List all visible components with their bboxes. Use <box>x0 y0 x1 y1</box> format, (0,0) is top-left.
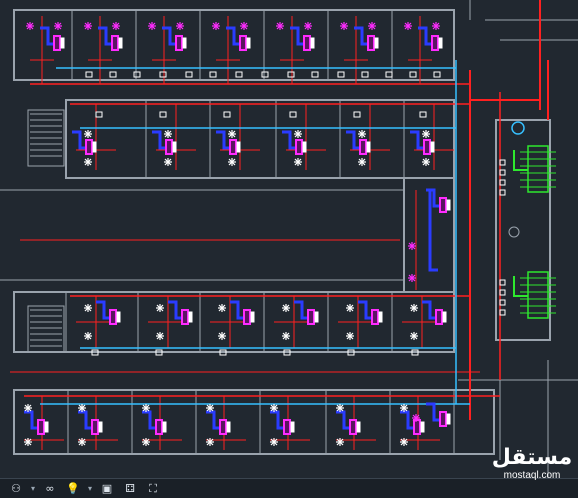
fan-coil-unit <box>439 411 447 427</box>
fan-coil-unit-tag <box>98 421 103 433</box>
fan-coil-unit-tag <box>188 311 193 323</box>
fan-coil-unit-tag <box>420 421 425 433</box>
fan-coil-unit-tag <box>236 141 241 153</box>
fan-coil-unit-tag <box>356 421 361 433</box>
fan-coil-unit-tag <box>116 311 121 323</box>
fan-coil-unit <box>413 419 421 435</box>
fan-coil-unit <box>175 35 183 51</box>
fan-coil-unit-tag <box>378 311 383 323</box>
annotation-visibility-icon[interactable]: ⚇ <box>6 481 26 497</box>
fan-coil-unit <box>85 139 93 155</box>
fan-coil-unit <box>53 35 61 51</box>
fan-coil-unit-tag <box>290 421 295 433</box>
fan-coil-unit-tag <box>246 37 251 49</box>
fan-coil-unit-tag <box>446 199 451 211</box>
chevron-down-icon[interactable]: ▾ <box>86 481 94 497</box>
fan-coil-unit-tag <box>172 141 177 153</box>
fan-coil-unit <box>155 419 163 435</box>
fan-coil-unit <box>349 419 357 435</box>
fan-coil-unit-tag <box>250 311 255 323</box>
fan-coil-unit-tag <box>438 37 443 49</box>
fan-coil-unit-tag <box>182 37 187 49</box>
chevron-down-icon[interactable]: ▾ <box>29 481 37 497</box>
fan-coil-unit <box>239 35 247 51</box>
quick-properties-icon[interactable]: ⚃ <box>120 481 140 497</box>
clean-screen-icon[interactable]: ⛶ <box>143 481 163 497</box>
fan-coil-unit <box>181 309 189 325</box>
fan-coil-unit <box>439 197 447 213</box>
fan-coil-unit <box>359 139 367 155</box>
fan-coil-unit-tag <box>446 413 451 425</box>
drawing-canvas[interactable] <box>0 0 578 478</box>
fan-coil-unit <box>111 35 119 51</box>
fan-coil-unit <box>435 309 443 325</box>
fan-coil-unit-tag <box>226 421 231 433</box>
fan-coil-unit <box>283 419 291 435</box>
fan-coil-unit <box>431 35 439 51</box>
auto-scale-icon[interactable]: ∞ <box>40 481 60 497</box>
isolate-objects-icon[interactable]: 💡 <box>63 481 83 497</box>
fan-coil-unit <box>91 419 99 435</box>
fan-coil-unit-tag <box>60 37 65 49</box>
fan-coil-unit-tag <box>118 37 123 49</box>
fan-coil-unit <box>307 309 315 325</box>
hardware-acceleration-icon[interactable]: ▣ <box>97 481 117 497</box>
fan-coil-unit-tag <box>374 37 379 49</box>
fan-coil-unit-tag <box>92 141 97 153</box>
fan-coil-unit-tag <box>366 141 371 153</box>
fan-coil-unit-tag <box>314 311 319 323</box>
fan-coil-unit <box>243 309 251 325</box>
fan-coil-unit <box>371 309 379 325</box>
fan-coil-unit-tag <box>442 311 447 323</box>
fan-coil-unit-tag <box>302 141 307 153</box>
status-toolbar: ⚇ ▾ ∞ 💡 ▾ ▣ ⚃ ⛶ <box>0 478 578 498</box>
fan-coil-unit <box>367 35 375 51</box>
fan-coil-unit <box>37 419 45 435</box>
fan-coil-unit-tag <box>44 421 49 433</box>
fan-coil-unit <box>109 309 117 325</box>
fan-coil-unit-tag <box>430 141 435 153</box>
fan-coil-unit <box>303 35 311 51</box>
fan-coil-unit <box>219 419 227 435</box>
fan-coil-unit-tag <box>310 37 315 49</box>
fan-coil-unit <box>423 139 431 155</box>
fan-coil-unit <box>229 139 237 155</box>
fan-coil-unit-tag <box>162 421 167 433</box>
fan-coil-unit <box>165 139 173 155</box>
fan-coil-unit <box>295 139 303 155</box>
